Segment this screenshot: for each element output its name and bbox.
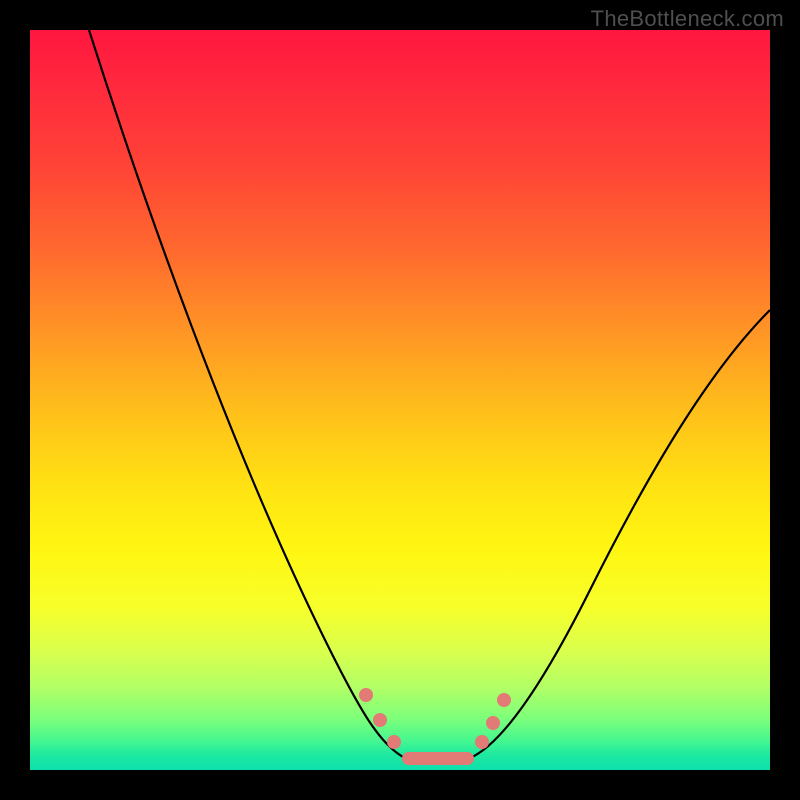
plateau-bar (402, 752, 474, 765)
marker-dot (359, 688, 373, 702)
marker-dot (387, 735, 401, 749)
marker-dot (373, 713, 387, 727)
chart-svg (30, 30, 770, 770)
watermark-text: TheBottleneck.com (591, 6, 784, 32)
marker-dot (475, 735, 489, 749)
outer-frame: TheBottleneck.com (0, 0, 800, 800)
marker-dot (486, 716, 500, 730)
plot-area (30, 30, 770, 770)
marker-dot (497, 693, 511, 707)
bottleneck-curve (89, 30, 770, 758)
